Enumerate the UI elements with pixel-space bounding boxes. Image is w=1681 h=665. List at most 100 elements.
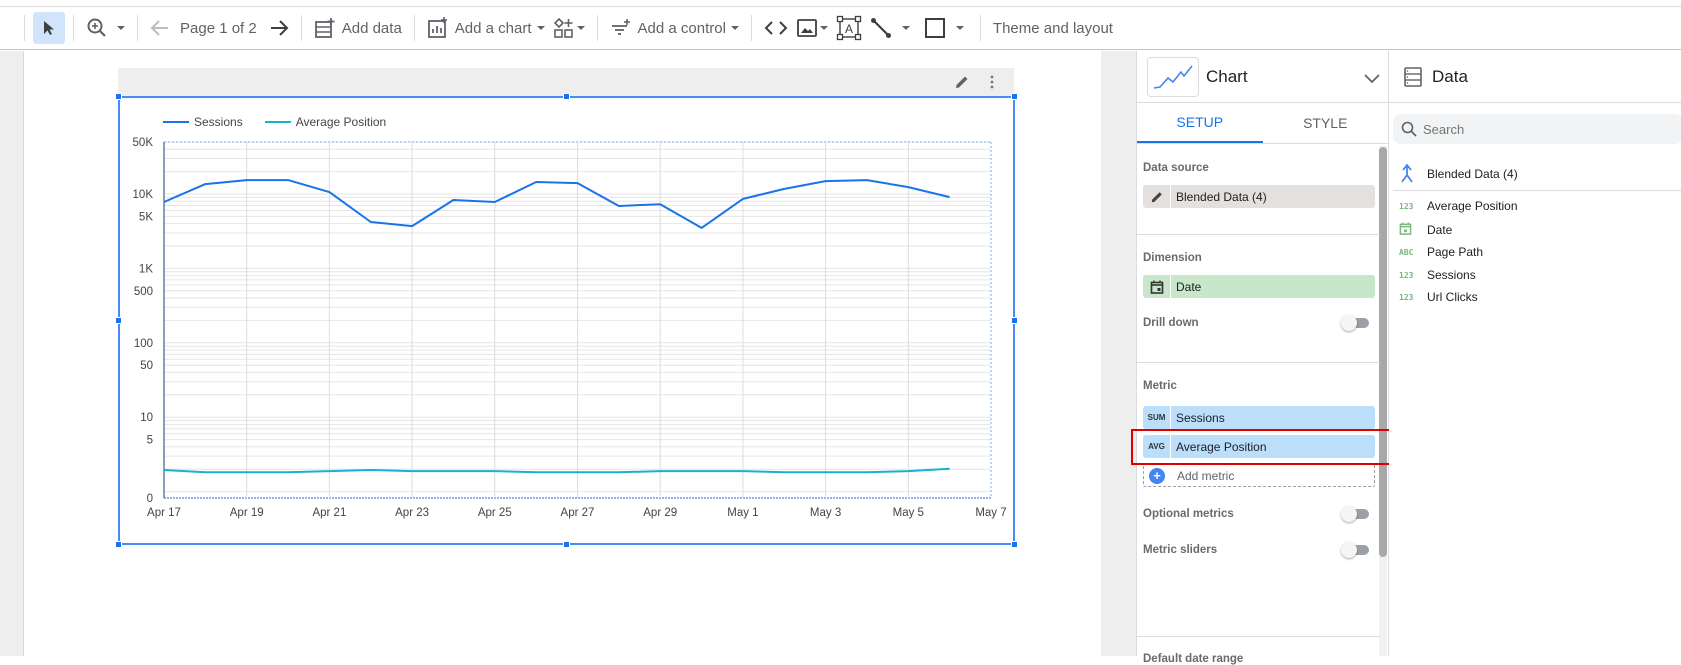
- pencil-icon: [954, 74, 970, 90]
- add-chart-icon: [427, 17, 449, 39]
- search-input[interactable]: [1423, 122, 1623, 137]
- x-tick-label: May 7: [975, 507, 1006, 519]
- previous-page-button[interactable]: [146, 12, 174, 44]
- add-metric-button[interactable]: + Add metric: [1143, 464, 1375, 487]
- select-tool-button[interactable]: [33, 12, 65, 44]
- aggregation-sum[interactable]: SUM: [1143, 406, 1171, 429]
- properties-header: Chart: [1137, 51, 1388, 103]
- y-tick-label: 100: [134, 338, 153, 350]
- number-type-icon: 123: [1399, 271, 1419, 280]
- x-tick-label: Apr 21: [312, 507, 346, 519]
- add-data-label: Add data: [342, 20, 402, 37]
- database-icon: [1403, 66, 1423, 88]
- add-control-label: Add a control: [638, 20, 726, 37]
- x-tick-label: Apr 27: [561, 507, 595, 519]
- next-page-button[interactable]: [265, 12, 293, 44]
- field-url-clicks[interactable]: 123 Url Clicks: [1399, 290, 1478, 304]
- collapse-properties-button[interactable]: [1364, 71, 1380, 89]
- chevron-down-icon: [731, 26, 739, 30]
- metric-sliders-label: Metric sliders: [1143, 544, 1217, 556]
- more-options-button[interactable]: [988, 74, 996, 95]
- default-date-range-section: Default date range: [1143, 653, 1375, 665]
- chart-plot-area: 50K10K5K1K500100501050 Apr 17Apr 19Apr 2…: [118, 96, 1015, 545]
- chevron-down-icon: [902, 26, 910, 30]
- y-tick-label: 1K: [139, 263, 153, 275]
- drill-down-row: Drill down: [1143, 315, 1375, 331]
- embed-url-button[interactable]: [760, 12, 792, 44]
- line-icon: [870, 17, 892, 39]
- chart-type-picker[interactable]: [1147, 57, 1199, 97]
- data-source-section: Data source Blended Data (4): [1143, 162, 1375, 208]
- chevron-down-icon: [117, 26, 125, 30]
- data-source-name: Blended Data (4): [1427, 167, 1518, 181]
- tab-style[interactable]: STYLE: [1263, 103, 1389, 143]
- add-chart-button[interactable]: Add a chart: [423, 12, 549, 44]
- metric-chip-sessions[interactable]: SUM Sessions: [1143, 406, 1375, 429]
- add-control-button[interactable]: Add a control: [606, 12, 743, 44]
- dimension-chip[interactable]: Date: [1143, 275, 1375, 298]
- chart-header-bar: [118, 68, 1014, 96]
- blend-icon: [1399, 164, 1415, 184]
- tab-setup[interactable]: SETUP: [1137, 103, 1263, 143]
- data-source-chip[interactable]: Blended Data (4): [1143, 185, 1375, 208]
- field-sessions[interactable]: 123 Sessions: [1399, 268, 1476, 282]
- toolbar-divider: [24, 15, 25, 41]
- edit-chart-button[interactable]: [954, 74, 970, 95]
- calendar-icon: [1143, 275, 1171, 298]
- scrollbar-thumb[interactable]: [1379, 147, 1387, 557]
- image-button[interactable]: [792, 12, 832, 44]
- x-tick-label: Apr 25: [478, 507, 512, 519]
- image-icon: [796, 17, 818, 39]
- data-source-row[interactable]: Blended Data (4): [1393, 164, 1681, 191]
- browser-top-strip: [0, 0, 1681, 7]
- shape-button[interactable]: [920, 12, 968, 44]
- cursor-arrow-icon: [42, 20, 56, 36]
- chevron-down-icon: [577, 26, 585, 30]
- toolbar-divider: [301, 15, 302, 41]
- add-component-icon: [553, 17, 575, 39]
- field-date[interactable]: Date: [1399, 222, 1452, 237]
- number-type-icon: 123: [1399, 293, 1419, 302]
- arrow-right-icon: [269, 19, 289, 37]
- properties-tabs: SETUP STYLE: [1137, 103, 1388, 144]
- metric-sliders-toggle[interactable]: [1341, 542, 1371, 558]
- chevron-down-icon: [537, 26, 545, 30]
- field-name: Date: [1427, 223, 1452, 237]
- chevron-down-icon: [956, 26, 964, 30]
- pencil-icon[interactable]: [1143, 185, 1171, 208]
- data-source-label: Data source: [1143, 162, 1375, 174]
- section-divider: [1137, 636, 1380, 637]
- arrow-left-icon: [150, 19, 170, 37]
- field-average-position[interactable]: 123 Average Position: [1399, 199, 1518, 213]
- add-data-button[interactable]: Add data: [310, 12, 406, 44]
- y-tick-label: 10K: [133, 189, 154, 201]
- optional-metrics-toggle[interactable]: [1341, 506, 1371, 522]
- toolbar-divider: [73, 15, 74, 41]
- y-tick-label: 50: [140, 360, 153, 372]
- section-divider: [1137, 234, 1380, 235]
- zoom-button[interactable]: [82, 12, 129, 44]
- x-tick-label: May 5: [893, 507, 924, 519]
- y-tick-label: 5K: [139, 211, 153, 223]
- x-tick-label: Apr 19: [230, 507, 264, 519]
- field-name: Average Position: [1427, 199, 1518, 213]
- y-tick-label: 0: [147, 493, 153, 505]
- drill-down-label: Drill down: [1143, 317, 1199, 329]
- line-button[interactable]: [866, 12, 914, 44]
- metric-sliders-row: Metric sliders: [1143, 542, 1375, 558]
- theme-and-layout-label: Theme and layout: [993, 20, 1113, 37]
- optional-metrics-row: Optional metrics: [1143, 506, 1375, 522]
- y-tick-label: 5: [147, 435, 153, 447]
- page-indicator: Page 1 of 2: [180, 20, 257, 37]
- dimension-name: Date: [1176, 280, 1201, 294]
- drill-down-toggle[interactable]: [1341, 315, 1371, 331]
- metric-label: Metric: [1143, 380, 1375, 392]
- field-search[interactable]: [1393, 114, 1681, 144]
- text-button[interactable]: A: [832, 12, 866, 44]
- field-name: Sessions: [1427, 268, 1476, 282]
- add-component-button[interactable]: [549, 12, 589, 44]
- theme-and-layout-button[interactable]: Theme and layout: [989, 12, 1117, 44]
- series-line-sessions: [164, 180, 950, 228]
- field-page-path[interactable]: ABC Page Path: [1399, 245, 1483, 259]
- more-vertical-icon: [988, 74, 996, 90]
